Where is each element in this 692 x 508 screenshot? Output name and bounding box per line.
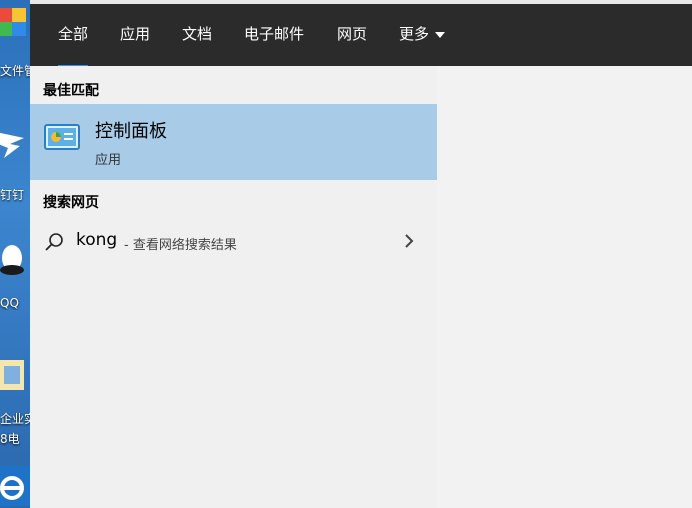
search-icon bbox=[45, 233, 63, 251]
search-panel: 全部 应用 文档 电子邮件 网页 更多 最佳匹配 控制面板 应用 搜索网页 ko… bbox=[30, 4, 692, 508]
tab-apps[interactable]: 应用 bbox=[120, 22, 150, 52]
tab-web[interactable]: 网页 bbox=[337, 22, 367, 52]
desktop-strip: 文件管 钉钉 QQ 企业实 8电 bbox=[0, 0, 30, 508]
tab-email[interactable]: 电子邮件 bbox=[244, 22, 304, 52]
file-manager-icon[interactable] bbox=[0, 2, 30, 42]
web-search-suffix: - 查看网络搜索结果 bbox=[124, 238, 237, 253]
best-match-control-panel[interactable]: 控制面板 应用 bbox=[30, 104, 437, 180]
desktop-label-file-manager: 文件管 bbox=[0, 64, 30, 78]
results-list: 最佳匹配 控制面板 应用 搜索网页 kong - 查看网络搜索结果 bbox=[30, 66, 437, 508]
folder-icon[interactable] bbox=[0, 352, 30, 392]
web-search-suggestion[interactable]: kong - 查看网络搜索结果 bbox=[30, 224, 437, 260]
best-match-title: 控制面板 bbox=[95, 121, 167, 142]
qq-icon[interactable] bbox=[0, 240, 30, 280]
search-tab-bar: 全部 应用 文档 电子邮件 网页 更多 bbox=[30, 4, 692, 68]
tab-all[interactable]: 全部 bbox=[58, 22, 89, 68]
desktop-label-dingtalk: 钉钉 bbox=[0, 188, 25, 202]
desktop-label-8: 8电 bbox=[0, 432, 20, 446]
web-search-query: kong bbox=[76, 230, 118, 250]
web-search-heading: 搜索网页 bbox=[43, 195, 99, 211]
best-match-heading: 最佳匹配 bbox=[43, 83, 99, 99]
desktop-label-enterprise: 企业实 bbox=[0, 412, 30, 426]
tab-documents[interactable]: 文档 bbox=[182, 22, 212, 52]
chevron-down-icon bbox=[435, 31, 446, 38]
chevron-right-icon[interactable] bbox=[402, 231, 416, 251]
control-panel-icon bbox=[44, 124, 80, 150]
edge-icon[interactable] bbox=[0, 466, 30, 506]
best-match-subtitle: 应用 bbox=[95, 153, 122, 168]
tab-more[interactable]: 更多 bbox=[399, 22, 446, 52]
dingtalk-icon[interactable] bbox=[0, 122, 30, 162]
desktop-label-qq: QQ bbox=[0, 296, 19, 310]
tab-more-label: 更多 bbox=[399, 25, 430, 43]
preview-pane bbox=[437, 66, 692, 508]
